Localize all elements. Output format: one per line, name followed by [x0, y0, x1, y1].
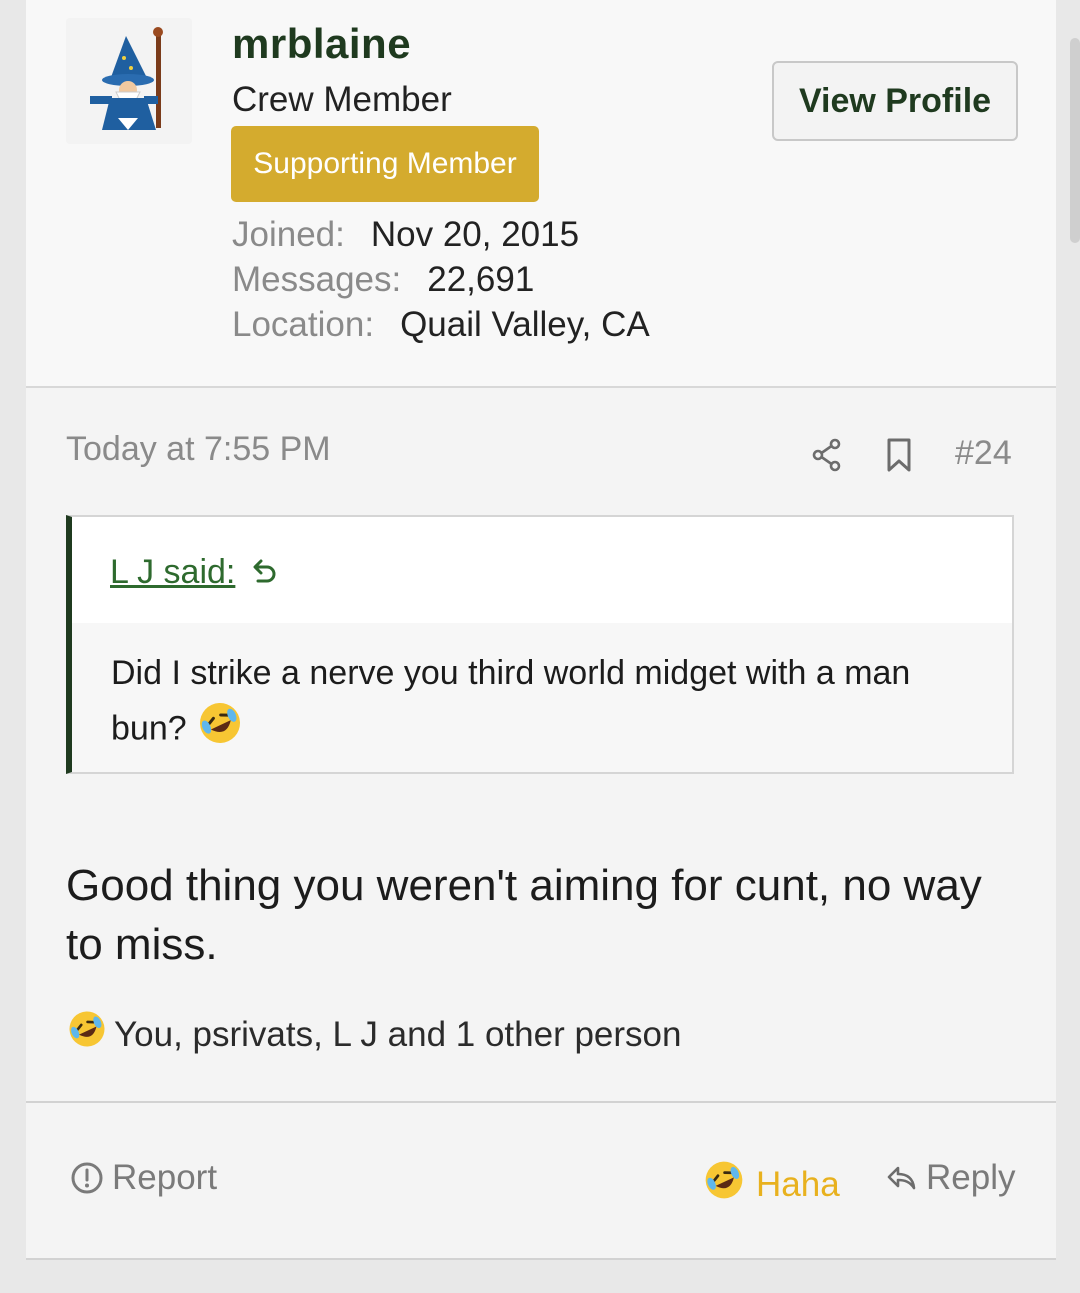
post-number-link[interactable]: #24 [955, 434, 1012, 473]
stat-label: Location: [232, 305, 375, 344]
forum-post: mrblaine Crew Member Supporting Member V… [26, 0, 1056, 1260]
reply-button[interactable]: Reply [886, 1158, 1015, 1198]
user-title: Crew Member [232, 80, 452, 119]
page-scrollbar[interactable] [1070, 38, 1080, 243]
reactions-text: You, psrivats, L J and 1 other person [114, 1014, 682, 1054]
report-icon [71, 1162, 103, 1194]
haha-label: Haha [756, 1164, 840, 1204]
username[interactable]: mrblaine [232, 20, 411, 68]
supporting-member-badge: Supporting Member [231, 126, 539, 202]
stat-joined: Joined: Nov 20, 2015 [232, 215, 579, 255]
quote-block: L J said: Did I strike a nerve you third… [66, 515, 1014, 774]
stat-label: Joined: [232, 215, 345, 254]
quote-header: L J said: [72, 517, 1012, 623]
stat-location: Location: Quail Valley, CA [232, 305, 650, 345]
reactions-summary[interactable]: You, psrivats, L J and 1 other person [66, 1011, 682, 1059]
view-profile-button[interactable]: View Profile [772, 61, 1018, 141]
reply-label: Reply [926, 1158, 1016, 1197]
report-button[interactable]: Report [70, 1158, 217, 1198]
jump-to-quote-icon[interactable] [248, 555, 278, 587]
reply-arrow-icon [887, 1166, 916, 1190]
stat-value: Nov 20, 2015 [370, 215, 580, 254]
haha-reaction-button[interactable]: Haha [702, 1158, 840, 1211]
actions-divider [26, 1101, 1056, 1103]
rofl-button-icon [702, 1158, 746, 1211]
post-timestamp[interactable]: Today at 7:55 PM [66, 430, 331, 469]
rofl-reaction-icon [66, 1008, 108, 1059]
stat-value: Quail Valley, CA [400, 305, 650, 344]
quote-text: Did I strike a nerve you third world mid… [111, 647, 991, 762]
stat-value: 22,691 [427, 260, 535, 299]
bookmark-icon[interactable] [886, 437, 912, 473]
share-icon[interactable] [811, 437, 843, 473]
stat-label: Messages: [232, 260, 402, 299]
report-label: Report [112, 1158, 218, 1197]
quote-author-link[interactable]: L J said: [110, 553, 235, 592]
user-info-block: mrblaine Crew Member Supporting Member V… [26, 0, 1056, 388]
post-message: Good thing you weren't aiming for cunt, … [66, 861, 982, 969]
rofl-emoji-icon [196, 699, 244, 762]
wizard-avatar-icon[interactable] [66, 18, 192, 144]
stat-messages: Messages: 22,691 [232, 260, 534, 300]
